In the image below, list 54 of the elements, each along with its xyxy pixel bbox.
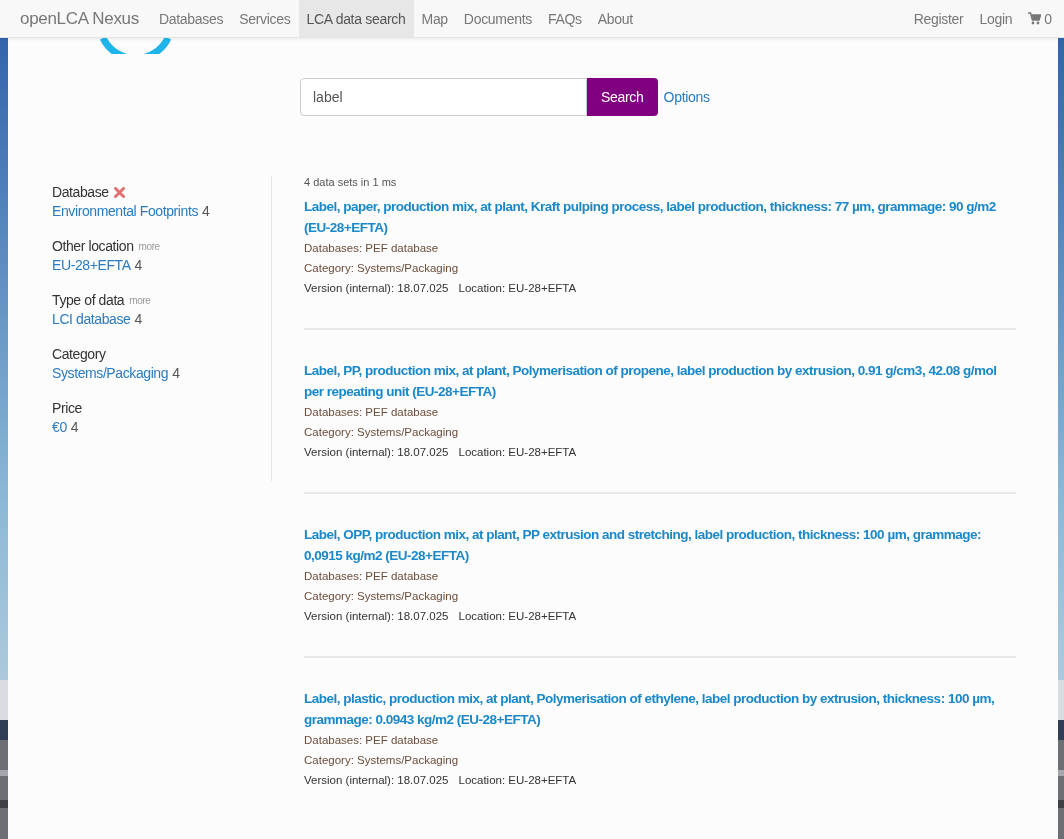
location-text: Location: EU-28+EFTA xyxy=(458,609,577,624)
facet-link[interactable]: LCI database xyxy=(52,311,131,327)
nav-link[interactable]: Databases xyxy=(150,0,232,37)
category-text: Category: Systems/Packaging xyxy=(304,589,460,604)
nav-link[interactable]: FAQs xyxy=(539,0,590,37)
facet-link[interactable]: Environmental Footprints xyxy=(52,203,199,219)
facet-title: Price xyxy=(52,400,82,416)
location-text: Location: EU-28+EFTA xyxy=(458,281,577,296)
remove-icon[interactable] xyxy=(113,186,125,198)
facet-link[interactable]: EU-28+EFTA xyxy=(52,257,131,273)
facet-title: Database xyxy=(52,184,109,200)
nav-link[interactable]: About xyxy=(589,0,641,37)
search-button[interactable]: Search xyxy=(587,78,658,116)
nav-link[interactable]: Login xyxy=(971,0,1021,37)
nav-link[interactable]: Map xyxy=(413,0,456,37)
facet-count: 4 xyxy=(172,365,180,381)
result-title-link[interactable]: Label, OPP, production mix, at plant, PP extrusion and stretching, label production, thickness: 100 µm, grammage: 0,0915 kg/m2 (EU-28+EFTA) xyxy=(304,524,1016,566)
category-text: Category: Systems/Packaging xyxy=(304,753,460,768)
nav-link[interactable]: Documents xyxy=(455,0,540,37)
nav-link[interactable]: Register xyxy=(905,0,972,37)
databases-text: Databases: PEF database xyxy=(304,733,440,748)
facet-count: 4 xyxy=(202,203,210,219)
category-text: Category: Systems/Packaging xyxy=(304,425,460,440)
version-text: Version (internal): 18.07.025 xyxy=(304,609,449,624)
facet-title: Other location xyxy=(52,238,134,254)
databases-text: Databases: PEF database xyxy=(304,405,440,420)
category-text: Category: Systems/Packaging xyxy=(304,261,460,276)
facet-count: 4 xyxy=(134,257,142,273)
brand-link[interactable]: openLCA Nexus xyxy=(20,0,139,37)
facet-title: Type of data xyxy=(52,292,125,308)
facet-link[interactable]: Systems/Packaging xyxy=(52,365,169,381)
facet-count: 4 xyxy=(70,419,79,435)
facet-title: Category xyxy=(52,346,106,362)
facet-count: 4 xyxy=(134,311,142,327)
more-link[interactable]: more xyxy=(129,294,151,306)
cart-icon xyxy=(1028,12,1042,25)
cart-link[interactable]: 0 xyxy=(1020,0,1056,37)
version-text: Version (internal): 18.07.025 xyxy=(304,773,449,788)
result-title-link[interactable]: Label, plastic, production mix, at plant, Polymerisation of ethylene, label production by extrusion, thickness: 100 µm, grammage: 0.0943 kg/m2 (EU-28+EFTA) xyxy=(304,688,1016,730)
databases-text: Databases: PEF database xyxy=(304,569,440,584)
version-text: Version (internal): 18.07.025 xyxy=(304,445,449,460)
result-title-link[interactable]: Label, PP, production mix, at plant, Polymerisation of propene, label production by extrusion, 0.91 g/cm3, 42.08 g/mol per repeating unit (EU-28+EFTA) xyxy=(304,360,1016,402)
more-link[interactable]: more xyxy=(138,240,160,252)
nav-link[interactable]: LCA data search xyxy=(298,0,414,37)
location-text: Location: EU-28+EFTA xyxy=(458,445,577,460)
result-title-link[interactable]: Label, paper, production mix, at plant, Kraft pulping process, label production, thickness: 77 µm, grammage: 90 g/m2 (EU-28+EFTA) xyxy=(304,196,1016,238)
options-link[interactable]: Options xyxy=(663,89,710,105)
facet-link[interactable]: €0 xyxy=(52,419,67,435)
search-field[interactable]: label xyxy=(300,78,587,116)
location-text: Location: EU-28+EFTA xyxy=(458,773,577,788)
nav-link[interactable]: Services xyxy=(231,0,299,37)
results-summary: 4 data sets in 1 ms xyxy=(304,176,398,188)
databases-text: Databases: PEF database xyxy=(304,241,440,256)
version-text: Version (internal): 18.07.025 xyxy=(304,281,449,296)
